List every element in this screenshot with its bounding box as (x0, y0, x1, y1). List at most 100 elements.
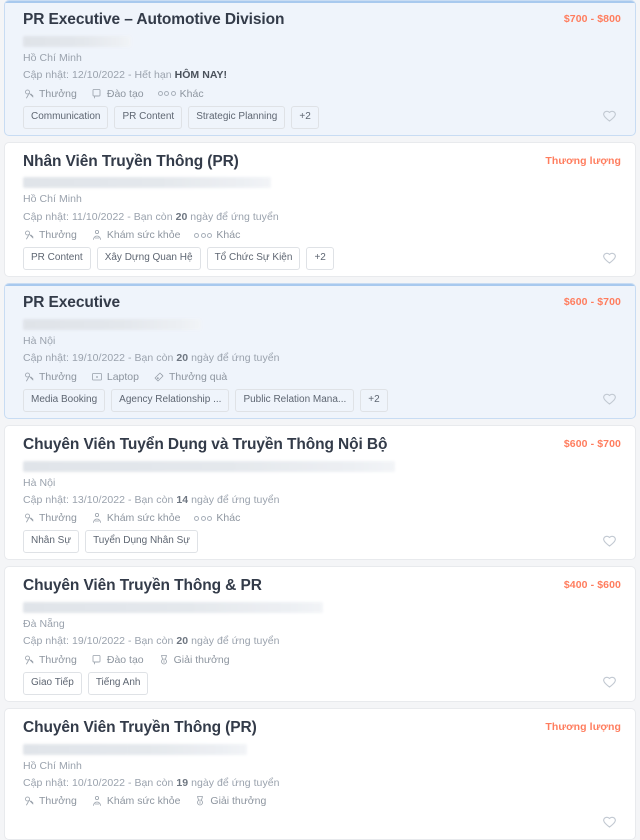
award-icon (158, 654, 170, 666)
health-check-icon (91, 512, 103, 524)
job-card-header: Chuyên Viên Tuyển Dụng và Truyền Thông N… (23, 434, 621, 456)
salary-text: $600 - $700 (563, 437, 621, 450)
skill-tag[interactable]: PR Content (23, 247, 91, 271)
award-icon (194, 795, 206, 807)
skill-tags: Giao Tiếp Tiếng Anh (23, 671, 149, 695)
benefits-row: Thưởng Khám sức khỏe Khác (23, 512, 621, 524)
heart-outline-icon (601, 675, 618, 691)
heart-outline-icon (601, 815, 618, 831)
benefit-item: Đào tạo (91, 654, 144, 666)
benefit-label: Thưởng (39, 370, 77, 383)
benefit-item: Khám sức khỏe (91, 795, 180, 807)
salary-text: Thương lượng (545, 154, 621, 167)
other-benefits-icon (194, 515, 213, 521)
skill-tag[interactable]: Tiếng Anh (87, 671, 149, 695)
job-card-header: Chuyên Viên Truyền Thông (PR) Thương lượn… (23, 717, 621, 739)
benefit-label: Đào tạo (106, 87, 144, 100)
skill-tag[interactable]: Strategic Planning (188, 105, 286, 129)
job-card-footer: Nhân Sự Tuyển Dụng Nhân Sự (23, 530, 621, 554)
job-location: Hồ Chí Minh (23, 759, 82, 772)
skill-tag[interactable]: Nhân Sự (23, 530, 80, 554)
benefit-item: Thưởng (23, 795, 77, 807)
favorite-button[interactable] (599, 249, 619, 269)
favorite-button[interactable] (599, 673, 619, 693)
job-location: Đà Nẵng (23, 618, 65, 631)
favorite-button[interactable] (599, 813, 619, 833)
favorite-button[interactable] (599, 532, 619, 552)
salary-text: $700 - $800 (563, 13, 621, 25)
job-dates: Cập nhật: 12/10/2022 - Hết hạn HÔM NAY! (23, 69, 228, 82)
favorite-button[interactable] (599, 107, 619, 127)
skill-tag[interactable]: Xây Dựng Quan Hệ (96, 247, 201, 271)
salary-text: $600 - $700 (563, 296, 621, 309)
benefit-label: Khác (216, 512, 241, 525)
skill-tag[interactable]: Giao Tiếp (23, 671, 82, 695)
laptop-icon (91, 371, 103, 383)
benefit-item: Giải thưởng (194, 795, 266, 807)
favorite-button[interactable] (599, 390, 619, 410)
job-location: Hồ Chí Minh (23, 193, 82, 206)
job-card[interactable]: Chuyên Viên Truyền Thông (PR) Thương lượn… (4, 707, 636, 840)
benefit-label: Đào tạo (106, 653, 144, 666)
benefit-label: Giải thưởng (210, 795, 267, 808)
job-title[interactable]: Chuyên Viên Truyền Thông & PR (23, 576, 552, 597)
skill-tag[interactable]: Tuyển Dụng Nhân Sự (85, 530, 198, 554)
company-name-redacted (23, 35, 131, 47)
benefit-item: Laptop (91, 371, 139, 383)
more-tags-chip[interactable]: +2 (291, 105, 319, 129)
training-icon (91, 654, 103, 666)
skill-tag[interactable]: Public Relation Mana... (235, 388, 355, 412)
benefit-item: Đào tạo (91, 88, 144, 100)
health-check-icon (91, 795, 103, 807)
benefit-item: Thưởng (23, 371, 77, 383)
job-title[interactable]: Nhân Viên Truyền Thông (PR) (23, 152, 533, 173)
more-tags-chip[interactable]: +2 (306, 247, 334, 271)
job-card[interactable]: Nhân Viên Truyền Thông (PR) Thương lượng H… (4, 141, 636, 278)
benefit-item: Thưởng (23, 512, 77, 524)
heart-outline-icon (601, 251, 618, 267)
company-name-redacted (23, 177, 271, 189)
job-card[interactable]: Chuyên Viên Tuyển Dụng và Truyền Thông N… (4, 424, 636, 561)
gift-icon (153, 371, 165, 383)
skill-tags: Media Booking Agency Relationship ... Publ… (23, 388, 388, 412)
job-title[interactable]: PR Executive (23, 293, 552, 314)
skill-tag[interactable]: Tổ Chức Sự Kiện (206, 247, 301, 271)
job-card-footer: Giao Tiếp Tiếng Anh (23, 671, 621, 695)
benefit-item: Thưởng (23, 654, 77, 666)
job-card-header: Nhân Viên Truyền Thông (PR) Thương lượng (23, 151, 621, 173)
job-title[interactable]: Chuyên Viên Tuyển Dụng và Truyền Thông N… (23, 435, 552, 456)
company-name-redacted (23, 743, 247, 755)
job-card-header: Chuyên Viên Truyền Thông & PR $400 - $600 (23, 575, 621, 597)
benefit-label: Khám sức khỏe (106, 512, 181, 525)
skill-tag[interactable]: Agency Relationship ... (111, 388, 230, 412)
benefit-item: Thưởng quà (153, 371, 227, 383)
other-benefits-icon (157, 91, 176, 97)
skill-tag[interactable]: PR Content (114, 105, 183, 129)
bonus-icon (23, 229, 35, 241)
skill-tag[interactable]: Communication (23, 105, 109, 129)
job-card[interactable]: PR Executive – Automotive Division $700 -… (4, 0, 636, 136)
job-title[interactable]: PR Executive – Automotive Division (23, 10, 552, 31)
benefit-label: Giải thưởng (173, 653, 230, 666)
job-card[interactable]: PR Executive $600 - $700 Hà Nội Cập nhật: 1… (4, 283, 636, 419)
job-card-footer: Media Booking Agency Relationship ... Publ… (23, 388, 621, 412)
deadline-value: HÔM NAY! (174, 69, 228, 82)
training-icon (91, 88, 103, 100)
job-card-header: PR Executive $600 - $700 (23, 292, 621, 314)
skill-tags: PR Content Xây Dựng Quan Hệ Tổ Chức Sự Kiệ… (23, 247, 334, 271)
benefits-row: Thưởng Khám sức khỏe Giải thưởng (23, 795, 621, 807)
skill-tag[interactable]: Media Booking (23, 388, 106, 412)
company-name-redacted (23, 602, 323, 614)
benefit-label: Thưởng (39, 87, 77, 100)
bonus-icon (23, 88, 35, 100)
benefits-row: Thưởng Khám sức khỏe Khác (23, 229, 621, 241)
benefit-label: Khác (179, 87, 204, 100)
job-title[interactable]: Chuyên Viên Truyền Thông (PR) (23, 718, 533, 739)
heart-outline-icon (601, 392, 618, 408)
more-tags-chip[interactable]: +2 (360, 388, 388, 412)
job-card-footer: Communication PR Content Strategic Plannin… (23, 105, 621, 129)
company-name-redacted (23, 319, 201, 331)
job-card-footer: PR Content Xây Dựng Quan Hệ Tổ Chức Sự Kiệ… (23, 247, 621, 271)
benefits-row: Thưởng Laptop Thưởng quà (23, 371, 621, 383)
job-card[interactable]: Chuyên Viên Truyền Thông & PR $400 - $600… (4, 566, 636, 702)
